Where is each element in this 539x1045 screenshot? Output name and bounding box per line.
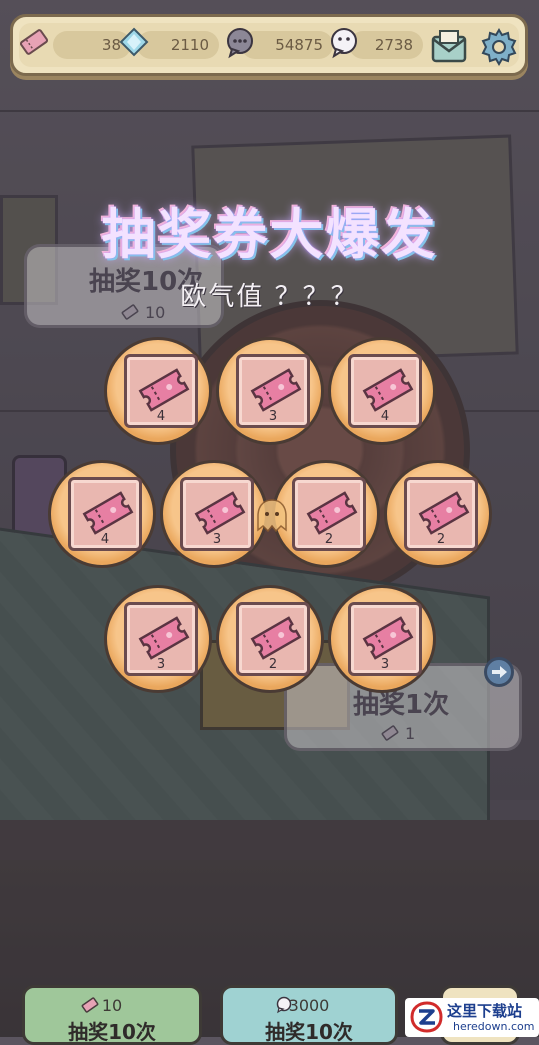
reward-count: 3 <box>268 409 278 424</box>
ticket-icon <box>194 491 246 535</box>
coin-draw-label: 抽奖10次 <box>265 1020 353 1044</box>
reward-token[interactable]: 4 <box>328 337 436 445</box>
ticket-icon <box>82 491 134 535</box>
coin-draw-ten-button[interactable]: 3000 抽奖10次 <box>220 985 398 1045</box>
watermark-name: 这里下载站 <box>447 1002 523 1020</box>
gear-icon[interactable] <box>479 27 519 67</box>
reward-count: 3 <box>156 657 166 672</box>
ticket-icon <box>418 491 470 535</box>
chat-bubble-coin-icon <box>227 28 253 59</box>
reward-count: 2 <box>268 657 278 672</box>
ticket-icon <box>362 616 414 660</box>
reward-token[interactable]: 3 <box>160 460 268 568</box>
ticket-icon <box>250 616 302 660</box>
ticket-draw-cost: 10 <box>101 996 123 1015</box>
ticket-icon <box>250 368 302 412</box>
gem-icon <box>119 27 149 57</box>
chat-coin-count: 54875 <box>275 36 323 54</box>
ticket-draw-ten-button[interactable]: 10 抽奖10次 <box>22 985 202 1045</box>
site-logo-icon <box>410 1001 443 1033</box>
coin-draw-cost: 3000 <box>288 996 330 1015</box>
ghost-mascot-icon <box>257 499 287 533</box>
ghost-bubble-coin-icon <box>331 28 357 59</box>
reward-token[interactable]: 4 <box>104 337 212 445</box>
ghost-coin-count: 2738 <box>374 36 413 54</box>
mail-icon[interactable] <box>429 27 469 67</box>
reward-token[interactable]: 3 <box>328 585 436 693</box>
reward-count: 2 <box>324 532 334 547</box>
reward-count: 4 <box>156 409 166 424</box>
draw-one-panel-cost: 1 <box>405 724 416 743</box>
reward-token[interactable]: 3 <box>216 337 324 445</box>
reward-count: 4 <box>100 532 110 547</box>
ticket-icon <box>362 368 414 412</box>
reward-count: 3 <box>380 657 390 672</box>
ticket-icon <box>306 491 358 535</box>
ticket-icon <box>381 725 399 741</box>
event-title: 抽奖券大爆发 <box>101 203 438 266</box>
arrow-right-icon <box>492 666 507 678</box>
reward-count: 4 <box>380 409 390 424</box>
next-arrow-button[interactable] <box>484 657 514 687</box>
reward-token[interactable]: 3 <box>104 585 212 693</box>
reward-token[interactable]: 4 <box>48 460 156 568</box>
ticket-icon <box>138 616 190 660</box>
ticket-draw-label: 抽奖10次 <box>68 1020 156 1044</box>
watermark-url: heredown.com <box>453 1020 535 1033</box>
luck-value-label: 欧气值 ？？？ <box>180 282 359 312</box>
site-watermark: 这里下载站 heredown.com <box>405 998 539 1037</box>
top-resource-bar: 38 2110 54875 2738 <box>10 14 528 76</box>
reward-token[interactable]: 2 <box>216 585 324 693</box>
reward-token[interactable]: 2 <box>384 460 492 568</box>
gem-count: 2110 <box>170 36 209 54</box>
ticket-icon <box>19 29 49 55</box>
reward-count: 2 <box>436 532 446 547</box>
ticket-icon <box>138 368 190 412</box>
